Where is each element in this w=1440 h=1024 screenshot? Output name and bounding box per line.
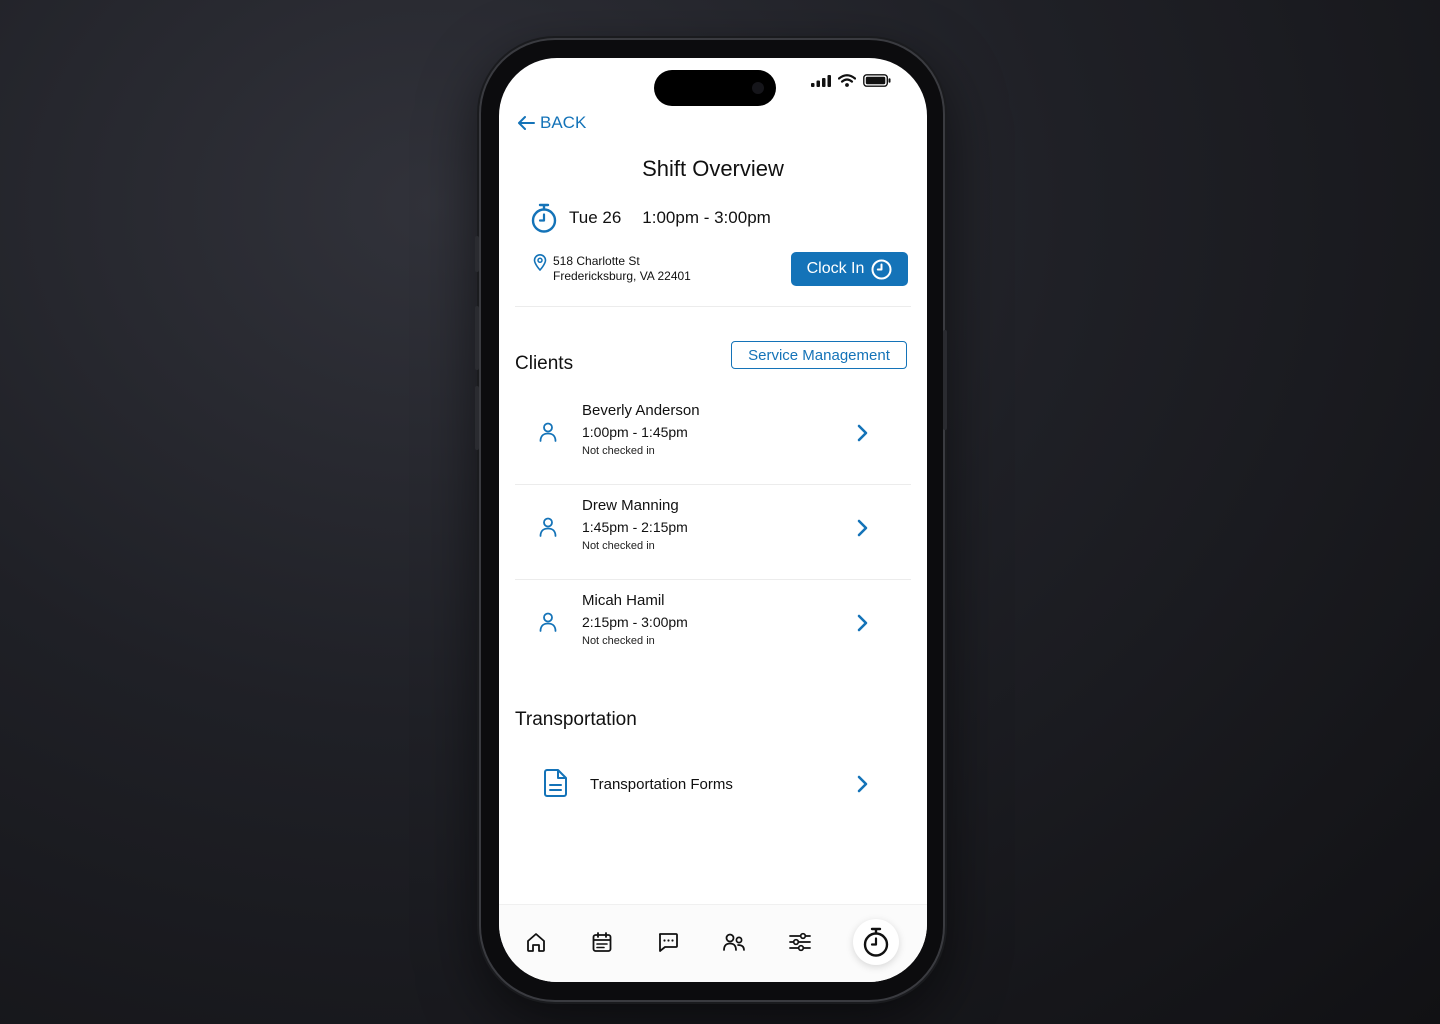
phone-screen: BACK Shift Overview Tue 26 1:00pm - 3:00… <box>499 58 927 982</box>
status-bar <box>811 74 891 87</box>
chevron-right-icon <box>857 424 868 442</box>
client-row[interactable]: Drew Manning 1:45pm - 2:15pm Not checked… <box>515 485 911 580</box>
transportation-forms-label: Transportation Forms <box>590 776 733 793</box>
volume-down-button <box>475 386 479 450</box>
chevron-right-icon <box>857 775 868 793</box>
page-title: Shift Overview <box>642 156 784 181</box>
clients-heading: Clients <box>515 353 574 374</box>
battery-icon <box>863 74 891 87</box>
signal-icon <box>811 74 831 87</box>
client-status: Not checked in <box>582 445 655 457</box>
clock-in-button[interactable]: Clock In <box>791 252 908 286</box>
action-button <box>475 236 479 272</box>
address-line-2: Fredericksburg, VA 22401 <box>553 269 691 283</box>
tab-users[interactable] <box>721 929 747 955</box>
service-management-button[interactable]: Service Management <box>731 341 907 369</box>
messages-icon <box>658 933 678 952</box>
shift-address: 518 Charlotte St Fredericksburg, VA 2240… <box>533 254 691 284</box>
volume-up-button <box>475 306 479 370</box>
person-icon <box>539 612 557 632</box>
tab-shift-timer[interactable] <box>853 919 899 965</box>
tab-calendar[interactable] <box>589 929 615 955</box>
location-pin-icon <box>533 254 547 271</box>
back-button[interactable]: BACK <box>517 113 586 133</box>
tab-home[interactable] <box>523 929 549 955</box>
client-status: Not checked in <box>582 635 655 647</box>
clock-icon <box>871 259 892 279</box>
clock-in-label: Clock In <box>806 260 865 277</box>
power-button <box>943 330 947 430</box>
transportation-heading: Transportation <box>515 709 637 730</box>
settings-sliders-icon <box>789 932 811 952</box>
stopwatch-icon <box>863 927 889 957</box>
back-label: BACK <box>540 113 587 132</box>
client-row[interactable]: Micah Hamil 2:15pm - 3:00pm Not checked … <box>515 580 911 675</box>
client-status: Not checked in <box>582 540 655 552</box>
chevron-right-icon <box>857 614 868 632</box>
client-name: Micah Hamil <box>582 592 665 609</box>
home-icon <box>527 933 545 952</box>
client-time: 2:15pm - 3:00pm <box>582 614 688 630</box>
tab-messages[interactable] <box>655 929 681 955</box>
calendar-icon <box>592 932 612 952</box>
client-name: Drew Manning <box>582 497 679 514</box>
stopwatch-icon <box>531 203 557 233</box>
person-icon <box>539 422 557 442</box>
document-icon <box>544 769 567 797</box>
divider <box>515 306 911 307</box>
person-icon <box>539 517 557 537</box>
users-icon <box>723 933 745 951</box>
client-time: 1:45pm - 2:15pm <box>582 519 688 535</box>
client-row[interactable]: Beverly Anderson 1:00pm - 1:45pm Not che… <box>515 390 911 485</box>
shift-time-range: 1:00pm - 3:00pm <box>642 208 771 227</box>
arrow-left-icon <box>518 116 535 130</box>
shift-date: Tue 26 <box>569 208 622 227</box>
tab-settings[interactable] <box>787 929 813 955</box>
chevron-right-icon <box>857 519 868 537</box>
client-time: 1:00pm - 1:45pm <box>582 424 688 440</box>
transportation-forms-row[interactable]: Transportation Forms <box>515 760 911 810</box>
address-line-1: 518 Charlotte St <box>553 254 640 268</box>
dynamic-island <box>654 70 776 106</box>
shift-time-row: Tue 26 1:00pm - 3:00pm <box>531 203 771 233</box>
wifi-icon <box>838 74 856 87</box>
client-name: Beverly Anderson <box>582 402 700 419</box>
tab-bar <box>499 904 927 982</box>
